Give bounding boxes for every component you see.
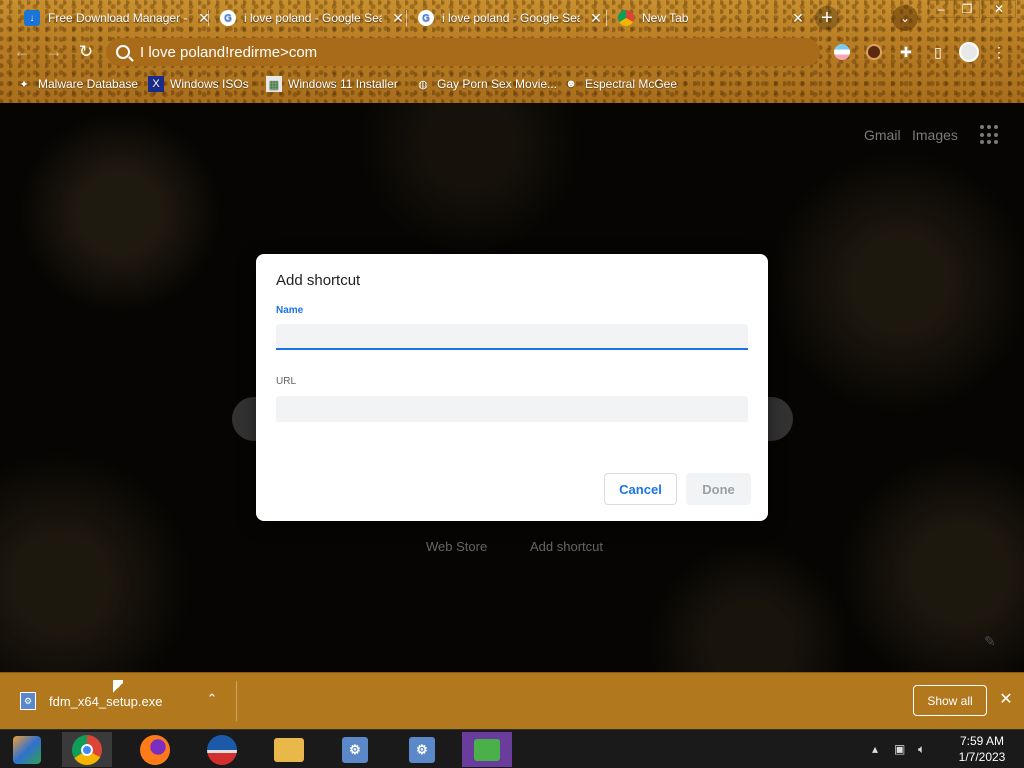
tab-separator: [208, 10, 209, 26]
installer-icon: ⚙: [409, 736, 435, 763]
extension-avatar-icon[interactable]: [863, 41, 885, 63]
google-icon: G: [418, 10, 434, 26]
mouse-cursor-icon: [113, 680, 123, 696]
taskbar-firefox[interactable]: [130, 732, 180, 767]
name-field-label: Name: [276, 305, 304, 316]
done-button[interactable]: Done: [686, 473, 751, 505]
bookmark-malware-database[interactable]: ✦ Malware Database: [16, 74, 138, 94]
avatar-icon: ☻: [565, 78, 577, 90]
close-icon[interactable]: ✕: [996, 689, 1016, 709]
bookmark-label: Gay Porn Sex Movie...: [437, 77, 558, 91]
taskbar-app-obama[interactable]: [197, 732, 247, 767]
menu-kebab-icon[interactable]: ⋮: [992, 41, 1006, 63]
search-icon: [116, 45, 130, 59]
profile-icon[interactable]: [958, 41, 980, 63]
taskbar-app-setup-2[interactable]: ⚙: [397, 732, 447, 767]
folder-icon: [274, 737, 304, 762]
people-icon: [474, 738, 500, 761]
address-bar-text: I love poland!redirme>com: [140, 43, 318, 61]
url-field[interactable]: [276, 396, 748, 422]
tab-title: New Tab: [642, 11, 689, 25]
cancel-button[interactable]: Cancel: [604, 473, 677, 505]
start-orb-icon: [13, 735, 41, 764]
bookmark-label: Malware Database: [38, 77, 139, 91]
chrome-icon: [618, 10, 634, 26]
globe-icon: ◍: [418, 78, 428, 91]
tab-google-search-2[interactable]: G i love poland - Google Sear ✕: [408, 4, 614, 32]
bookmark-windows-11-installer[interactable]: ▦ Windows 11 Installer: [266, 74, 398, 94]
side-panel-icon[interactable]: ▯: [927, 41, 949, 63]
address-bar[interactable]: I love poland!redirme>com: [106, 38, 820, 66]
windows-taskbar: ⚙ ⚙ ▴ ▣ 🔈︎ 7:59 AM 1/7/2023: [0, 729, 1024, 768]
close-icon[interactable]: ✕: [790, 10, 806, 26]
chevron-up-icon[interactable]: ⌃: [204, 691, 220, 707]
reload-button[interactable]: ↻: [74, 40, 98, 64]
back-button[interactable]: ←: [10, 40, 34, 64]
taskbar-app-people[interactable]: [462, 732, 512, 767]
close-icon[interactable]: ✕: [588, 10, 604, 26]
volume-icon[interactable]: 🔈︎: [918, 742, 925, 757]
network-icon[interactable]: ▣: [894, 742, 905, 756]
chrome-icon: [72, 734, 102, 765]
forward-button[interactable]: →: [42, 40, 66, 64]
bookmark-label: Windows ISOs: [170, 77, 249, 91]
tab-search-button[interactable]: ⌄: [892, 5, 918, 31]
window-close-button[interactable]: ✕: [982, 0, 1016, 18]
tray-chevron-up-icon[interactable]: ▴: [872, 742, 878, 756]
url-field-label: URL: [276, 376, 297, 387]
bookmark-icon: ✦: [19, 78, 29, 91]
download-shelf: ⚙ fdm_x64_setup.exe ⌃ Show all ✕: [0, 672, 1024, 729]
installer-icon: ⚙: [342, 736, 368, 763]
clock-time: 7:59 AM: [959, 734, 1005, 748]
tab-new-tab[interactable]: New Tab ✕: [608, 4, 816, 32]
new-tab-button[interactable]: +: [815, 6, 839, 30]
tab-separator: [406, 10, 407, 26]
bookmark-movie-site[interactable]: ◍ Gay Porn Sex Movie...: [415, 74, 557, 94]
browser-chrome: ↓ Free Download Manager - ✕ G i love pol…: [0, 0, 1024, 103]
tab-free-download-manager[interactable]: ↓ Free Download Manager - ✕: [14, 4, 222, 32]
app-logo-icon: [207, 734, 237, 765]
tab-title: Free Download Manager -: [48, 11, 188, 25]
google-icon: G: [220, 10, 236, 26]
name-field[interactable]: [276, 324, 748, 350]
image-icon: ▦: [266, 76, 282, 92]
extension-flag-icon[interactable]: [831, 41, 853, 63]
taskbar-file-explorer[interactable]: [264, 732, 314, 767]
clock-date: 1/7/2023: [958, 750, 1006, 764]
show-all-button[interactable]: Show all: [913, 685, 987, 716]
download-filename[interactable]: fdm_x64_setup.exe: [49, 694, 162, 709]
taskbar-app-setup-1[interactable]: ⚙: [330, 732, 380, 767]
tab-title: i love poland - Google Sear: [442, 11, 580, 25]
add-shortcut-dialog: Add shortcut Name URL Cancel Done: [256, 254, 768, 521]
tab-google-search-1[interactable]: G i love poland - Google Sear ✕: [210, 4, 416, 32]
close-icon[interactable]: ✕: [390, 10, 406, 26]
tray-clock[interactable]: 7:59 AM 1/7/2023: [942, 733, 1022, 765]
bookmark-label: Espectral McGee: [585, 77, 678, 91]
extensions-puzzle-icon[interactable]: ✚: [895, 41, 917, 63]
taskbar-chrome[interactable]: [62, 732, 112, 767]
tab-separator: [606, 10, 607, 26]
firefox-icon: [140, 734, 170, 765]
dialog-title: Add shortcut: [276, 272, 361, 289]
x-icon: X: [148, 76, 164, 92]
shelf-divider: [236, 681, 237, 721]
restore-button[interactable]: ❐: [954, 0, 980, 18]
minimize-button[interactable]: –: [928, 0, 954, 18]
bookmark-windows-isos[interactable]: X Windows ISOs: [148, 74, 249, 94]
start-button[interactable]: [2, 732, 52, 767]
tab-title: i love poland - Google Sear: [244, 11, 382, 25]
fdm-icon: ↓: [24, 10, 40, 26]
bookmark-label: Windows 11 Installer: [288, 77, 398, 91]
bookmark-espectral-mcgee[interactable]: ☻ Espectral McGee: [563, 74, 677, 94]
installer-file-icon: ⚙: [20, 692, 36, 710]
